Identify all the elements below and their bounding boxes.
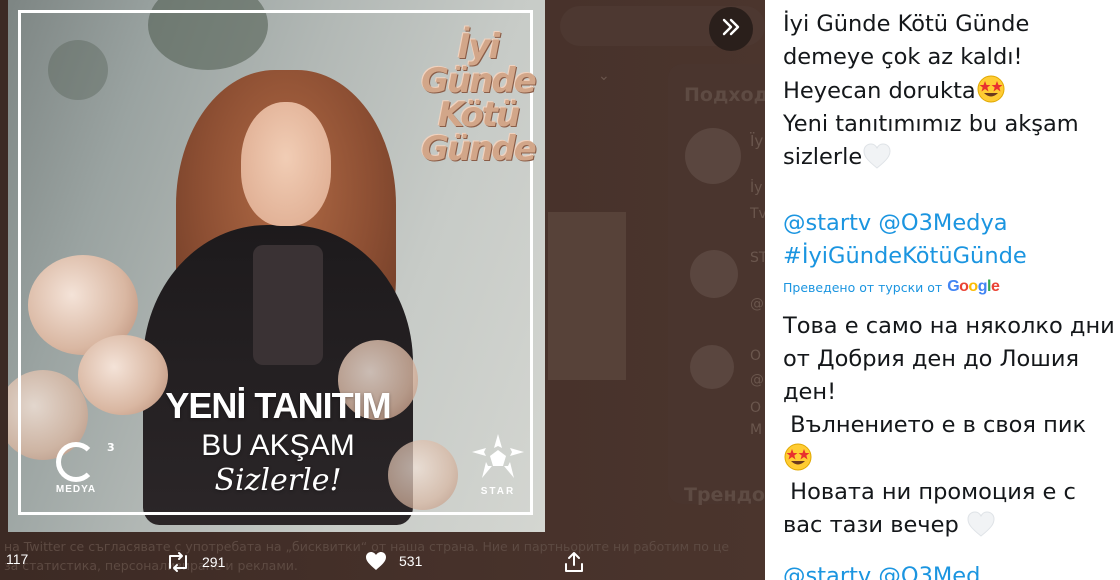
show-logo-word: Günde: [421, 129, 537, 169]
translation-line: ден!: [783, 379, 837, 405]
ghost-text: O: [750, 348, 762, 364]
translated-from-label: Преведено от турски от: [783, 279, 943, 295]
o3-medya-logo: 3 MEDYA: [46, 441, 115, 495]
ghost-text: Tv: [750, 206, 765, 222]
translation-line: Вълнението е в своя пик: [783, 412, 1087, 438]
ghost-thumbnail: [548, 212, 626, 380]
translation-line-with-emoji: вас тази вечер: [783, 509, 1120, 542]
ghost-heading-who-to-follow: Подход: [684, 84, 765, 106]
white-heart-icon: [862, 142, 892, 172]
ghost-avatar: [690, 250, 738, 298]
reply-action[interactable]: 117: [6, 551, 28, 567]
retweet-icon: [165, 551, 191, 573]
star-struck-emoji-icon: [976, 74, 1006, 104]
ghost-heading-trends: Трендо: [684, 484, 765, 506]
translated-text: Това е само на няколко дни от Добрия ден…: [783, 310, 1120, 580]
retweet-action[interactable]: 291: [165, 551, 225, 573]
tweet-detail-panel: İyi Günde Kötü Günde demeye çok az kaldı…: [765, 0, 1120, 580]
ghost-text: O: [750, 400, 762, 416]
banner-script: Sizlerle!: [214, 463, 342, 498]
google-logo: Google: [947, 278, 1000, 295]
tweet-line: Yeni tanıtımımız bu akşam: [783, 111, 1079, 137]
show-logo: İyi Günde Kötü Günde: [418, 30, 538, 166]
medya-label: MEDYA: [55, 484, 97, 495]
tweet-line: Heyecan dorukta: [783, 78, 976, 104]
translation-line: Новата ни промоция е с: [783, 479, 1076, 505]
ghost-avatar: [685, 128, 741, 184]
translation-line: Това е само на няколко дни: [783, 313, 1115, 339]
tweet-image[interactable]: İyi Günde Kötü Günde YENİ TANITIM BU AKŞ…: [8, 0, 545, 532]
medya-superscript: 3: [107, 441, 115, 454]
tweet-text: İyi Günde Kötü Günde demeye çok az kaldı…: [783, 8, 1119, 273]
translation-line: вас тази вечер: [783, 512, 959, 538]
tweet-hashtag: #İyiGündeKötüGünde: [783, 240, 1119, 273]
tweet-line: demeye çok az kaldı!: [783, 44, 1023, 70]
ghost-text: Ïy: [750, 132, 764, 150]
ghost-text: @: [750, 372, 764, 388]
reply-count: 117: [6, 551, 29, 567]
show-logo-word: Kötü: [437, 95, 520, 135]
share-icon: [563, 551, 585, 573]
ghost-text: ST: [750, 250, 765, 266]
like-action[interactable]: 531: [365, 551, 422, 571]
emoji-line: [783, 442, 1120, 476]
banner-title: YENİ TANITIM: [165, 385, 391, 426]
tweet-line: sizlerle: [783, 144, 863, 170]
ghost-chevron-icon: ⌄: [598, 68, 610, 84]
star-label: STAR: [480, 486, 516, 497]
banner-subtitle: BU AKŞAM: [201, 429, 355, 462]
ghost-avatar: [690, 345, 734, 389]
repeated-mentions[interactable]: @startv @O3Med: [783, 560, 1120, 580]
show-logo-word: İyi: [457, 27, 500, 67]
tweet-line-with-emoji: sizlerle: [783, 141, 1119, 174]
star-icon: [470, 434, 526, 486]
ghost-text: @: [750, 296, 764, 312]
retweet-count: 291: [202, 554, 226, 570]
next-image-button[interactable]: [709, 7, 753, 51]
mention-link-o3medya[interactable]: @O3Medya: [878, 210, 1007, 236]
show-logo-word: Günde: [421, 61, 537, 101]
tweet-line-with-emoji: Heyecan dorukta: [783, 74, 1119, 108]
like-count: 531: [399, 553, 423, 569]
promo-banner: YENİ TANITIM BU AKŞAM Sizlerle!: [128, 385, 428, 498]
double-chevron-right-icon: [719, 15, 743, 43]
medya-ring-icon: 3: [56, 441, 115, 482]
tweet-mentions: @startv @O3Medya: [783, 207, 1119, 240]
ghost-text: İy: [750, 180, 763, 196]
share-action[interactable]: [563, 551, 585, 573]
star-struck-emoji-icon: [783, 442, 813, 472]
hashtag-link[interactable]: #İyiGündeKötüGünde: [783, 243, 1027, 269]
translated-by-google[interactable]: Преведено от турски от Google: [783, 278, 1000, 296]
heart-icon: [365, 551, 387, 571]
translation-line: от Добрия ден до Лошия: [783, 346, 1080, 372]
white-heart-icon: [966, 510, 996, 540]
ghost-text: M: [750, 422, 763, 438]
mention-link-startv[interactable]: @startv: [783, 210, 871, 236]
tweet-line: İyi Günde Kötü Günde: [783, 11, 1030, 37]
star-tv-logo: STAR: [463, 432, 533, 497]
